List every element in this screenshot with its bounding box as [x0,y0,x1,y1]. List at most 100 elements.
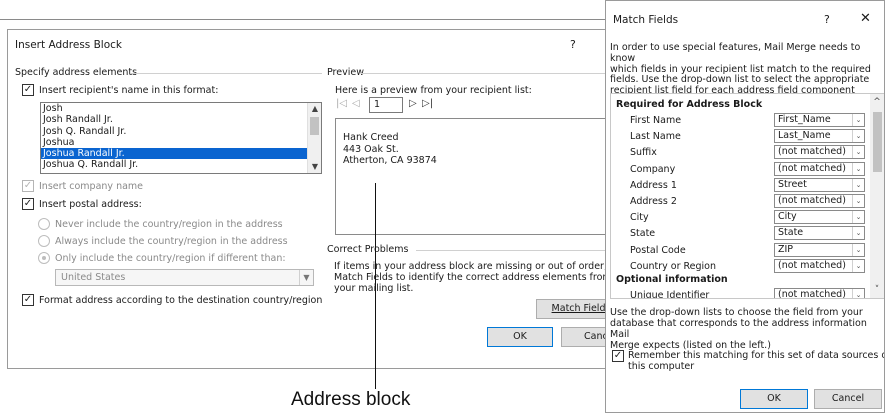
ok-button[interactable]: OK [487,327,553,347]
field-select[interactable]: ZIP ⌄ [774,242,865,257]
chevron-down-icon[interactable]: ⌄ [852,146,864,159]
name-format-item[interactable]: Josh Randall Jr. [41,114,321,125]
field-row: Address 2 (not matched) ⌄ [611,194,869,209]
scroll-thumb[interactable] [310,117,319,135]
field-select[interactable]: (not matched) ⌄ [774,161,865,176]
record-number-input[interactable]: 1 [369,97,403,113]
field-name: Last Name [630,131,681,143]
dialog-title: Insert Address Block [15,39,123,51]
field-select-value: Street [778,178,807,190]
background-window-edge [0,19,605,20]
name-format-list[interactable]: Josh Josh Randall Jr. Josh Q. Randall Jr. J… [40,102,322,174]
field-select[interactable]: (not matched) ⌄ [774,288,865,299]
ok-button[interactable]: OK [740,389,808,409]
callout-label: Address block [291,389,411,410]
radio-always-label: Always include the country/region in the… [55,236,288,247]
name-list-scrollbar[interactable]: ▲ ▼ [307,103,321,173]
insert-postal-checkbox[interactable]: ✓ [22,198,34,210]
name-format-item[interactable]: Josh [41,103,321,114]
field-pane-scrollbar[interactable]: ^ ˅ [870,94,884,298]
dialog-title: Match Fields [613,14,679,26]
last-record-icon[interactable]: ▷| [422,98,433,109]
preview-address: Hank Creed 443 Oak St. Atherton, CA 9387… [343,132,437,167]
chevron-down-icon[interactable]: ⌄ [852,259,864,272]
chevron-down-icon[interactable]: ⌄ [852,211,864,224]
scroll-up-icon[interactable]: ^ [870,96,884,108]
field-select-value: (not matched) [778,259,846,271]
problems-line: Match Fields to identify the correct add… [334,272,612,284]
remember-checkbox[interactable]: ✓ [612,350,624,362]
field-select[interactable]: (not matched) ⌄ [774,194,865,208]
radio-always[interactable] [38,235,50,247]
field-select[interactable]: (not matched) ⌄ [774,258,865,273]
group-divider [416,250,622,251]
remember-label: Remember this matching for this set of d… [628,350,885,361]
chevron-down-icon[interactable]: ⌄ [852,227,864,240]
intro-text: In order to use special features, Mail M… [610,42,884,97]
chevron-down-icon[interactable]: ⌄ [852,243,864,256]
insert-postal-label: Insert postal address: [39,199,142,210]
insert-name-checkbox[interactable]: ✓ [22,84,34,96]
correct-problems-label: Correct Problems [327,244,409,255]
field-select[interactable]: City ⌄ [774,210,865,225]
field-select[interactable]: (not matched) ⌄ [774,145,865,160]
field-row: Address 1 Street ⌄ [611,177,869,193]
previous-record-icon[interactable]: ◁ [352,98,360,109]
chevron-down-icon[interactable]: ⌄ [852,130,864,143]
hint-line: Use the drop-down lists to choose the fi… [610,307,863,318]
specify-elements-label: Specify address elements [15,67,138,78]
chevron-down-icon[interactable]: ⌄ [852,289,864,298]
match-fields-label: Match Fields [551,303,611,314]
name-format-item[interactable]: Josh Q. Randall Jr. [41,126,321,137]
insert-address-block-dialog: Insert Address Block ? Specify address e… [7,29,627,369]
radio-only[interactable] [38,252,50,264]
name-format-item[interactable]: Joshua Q. Randall Jr. [41,159,321,170]
cancel-button[interactable]: Cancel [814,389,882,409]
country-select[interactable]: United States ▼ [55,269,314,286]
field-name: Postal Code [630,244,686,256]
insert-company-label: Insert company name [39,181,144,192]
insert-company-checkbox[interactable]: ✓ [22,180,34,192]
chevron-down-icon[interactable]: ▼ [299,270,313,285]
field-select[interactable]: Street ⌄ [774,177,865,192]
scroll-down-icon[interactable]: ˅ [870,284,884,296]
field-name: Address 2 [630,196,677,207]
problems-text: If items in your address block are missi… [334,261,624,295]
field-select[interactable]: Last_Name ⌄ [774,129,865,144]
radio-never[interactable] [38,218,50,230]
first-record-icon[interactable]: |◁ [336,98,347,109]
field-select-value: (not matched) [778,289,846,299]
country-value: United States [61,272,126,283]
field-name: City [630,212,649,224]
help-button[interactable]: ? [570,38,576,51]
scroll-thumb[interactable] [873,112,882,172]
scroll-up-icon[interactable]: ▲ [308,103,321,115]
field-mapping-pane[interactable]: Required for Address Block First Name Fir… [610,93,884,299]
chevron-down-icon[interactable]: ⌄ [852,178,864,191]
field-select[interactable]: First_Name ⌄ [774,113,865,127]
scroll-down-icon[interactable]: ▼ [308,161,321,173]
hint-line: database that corresponds to the address… [610,318,867,340]
help-button[interactable]: ? [824,13,830,26]
close-icon[interactable]: ✕ [860,11,871,26]
match-fields-dialog: Match Fields ? ✕ In order to use special… [605,0,885,413]
field-row: Company (not matched) ⌄ [611,161,869,177]
address-line: 443 Oak St. [343,143,399,155]
problems-line: your mailing list. [334,283,414,295]
address-line: Hank Creed [343,132,399,143]
format-address-checkbox[interactable]: ✓ [22,294,34,306]
next-record-icon[interactable]: ▷ [409,98,417,109]
field-select-value: (not matched) [778,162,846,174]
optional-heading: Optional information [616,274,728,285]
field-row: State State ⌄ [611,226,869,241]
field-select-value: First_Name [778,114,831,125]
chevron-down-icon[interactable]: ⌄ [852,114,864,126]
name-format-item[interactable]: Joshua Randall Jr. [41,148,321,160]
field-name: Country or Region [630,260,717,272]
field-select[interactable]: State ⌄ [774,226,865,241]
chevron-down-icon[interactable]: ⌄ [852,195,864,207]
name-format-item[interactable]: Joshua [41,137,321,148]
field-select-value: City [778,211,797,223]
field-name: First Name [630,115,682,126]
chevron-down-icon[interactable]: ⌄ [852,162,864,175]
